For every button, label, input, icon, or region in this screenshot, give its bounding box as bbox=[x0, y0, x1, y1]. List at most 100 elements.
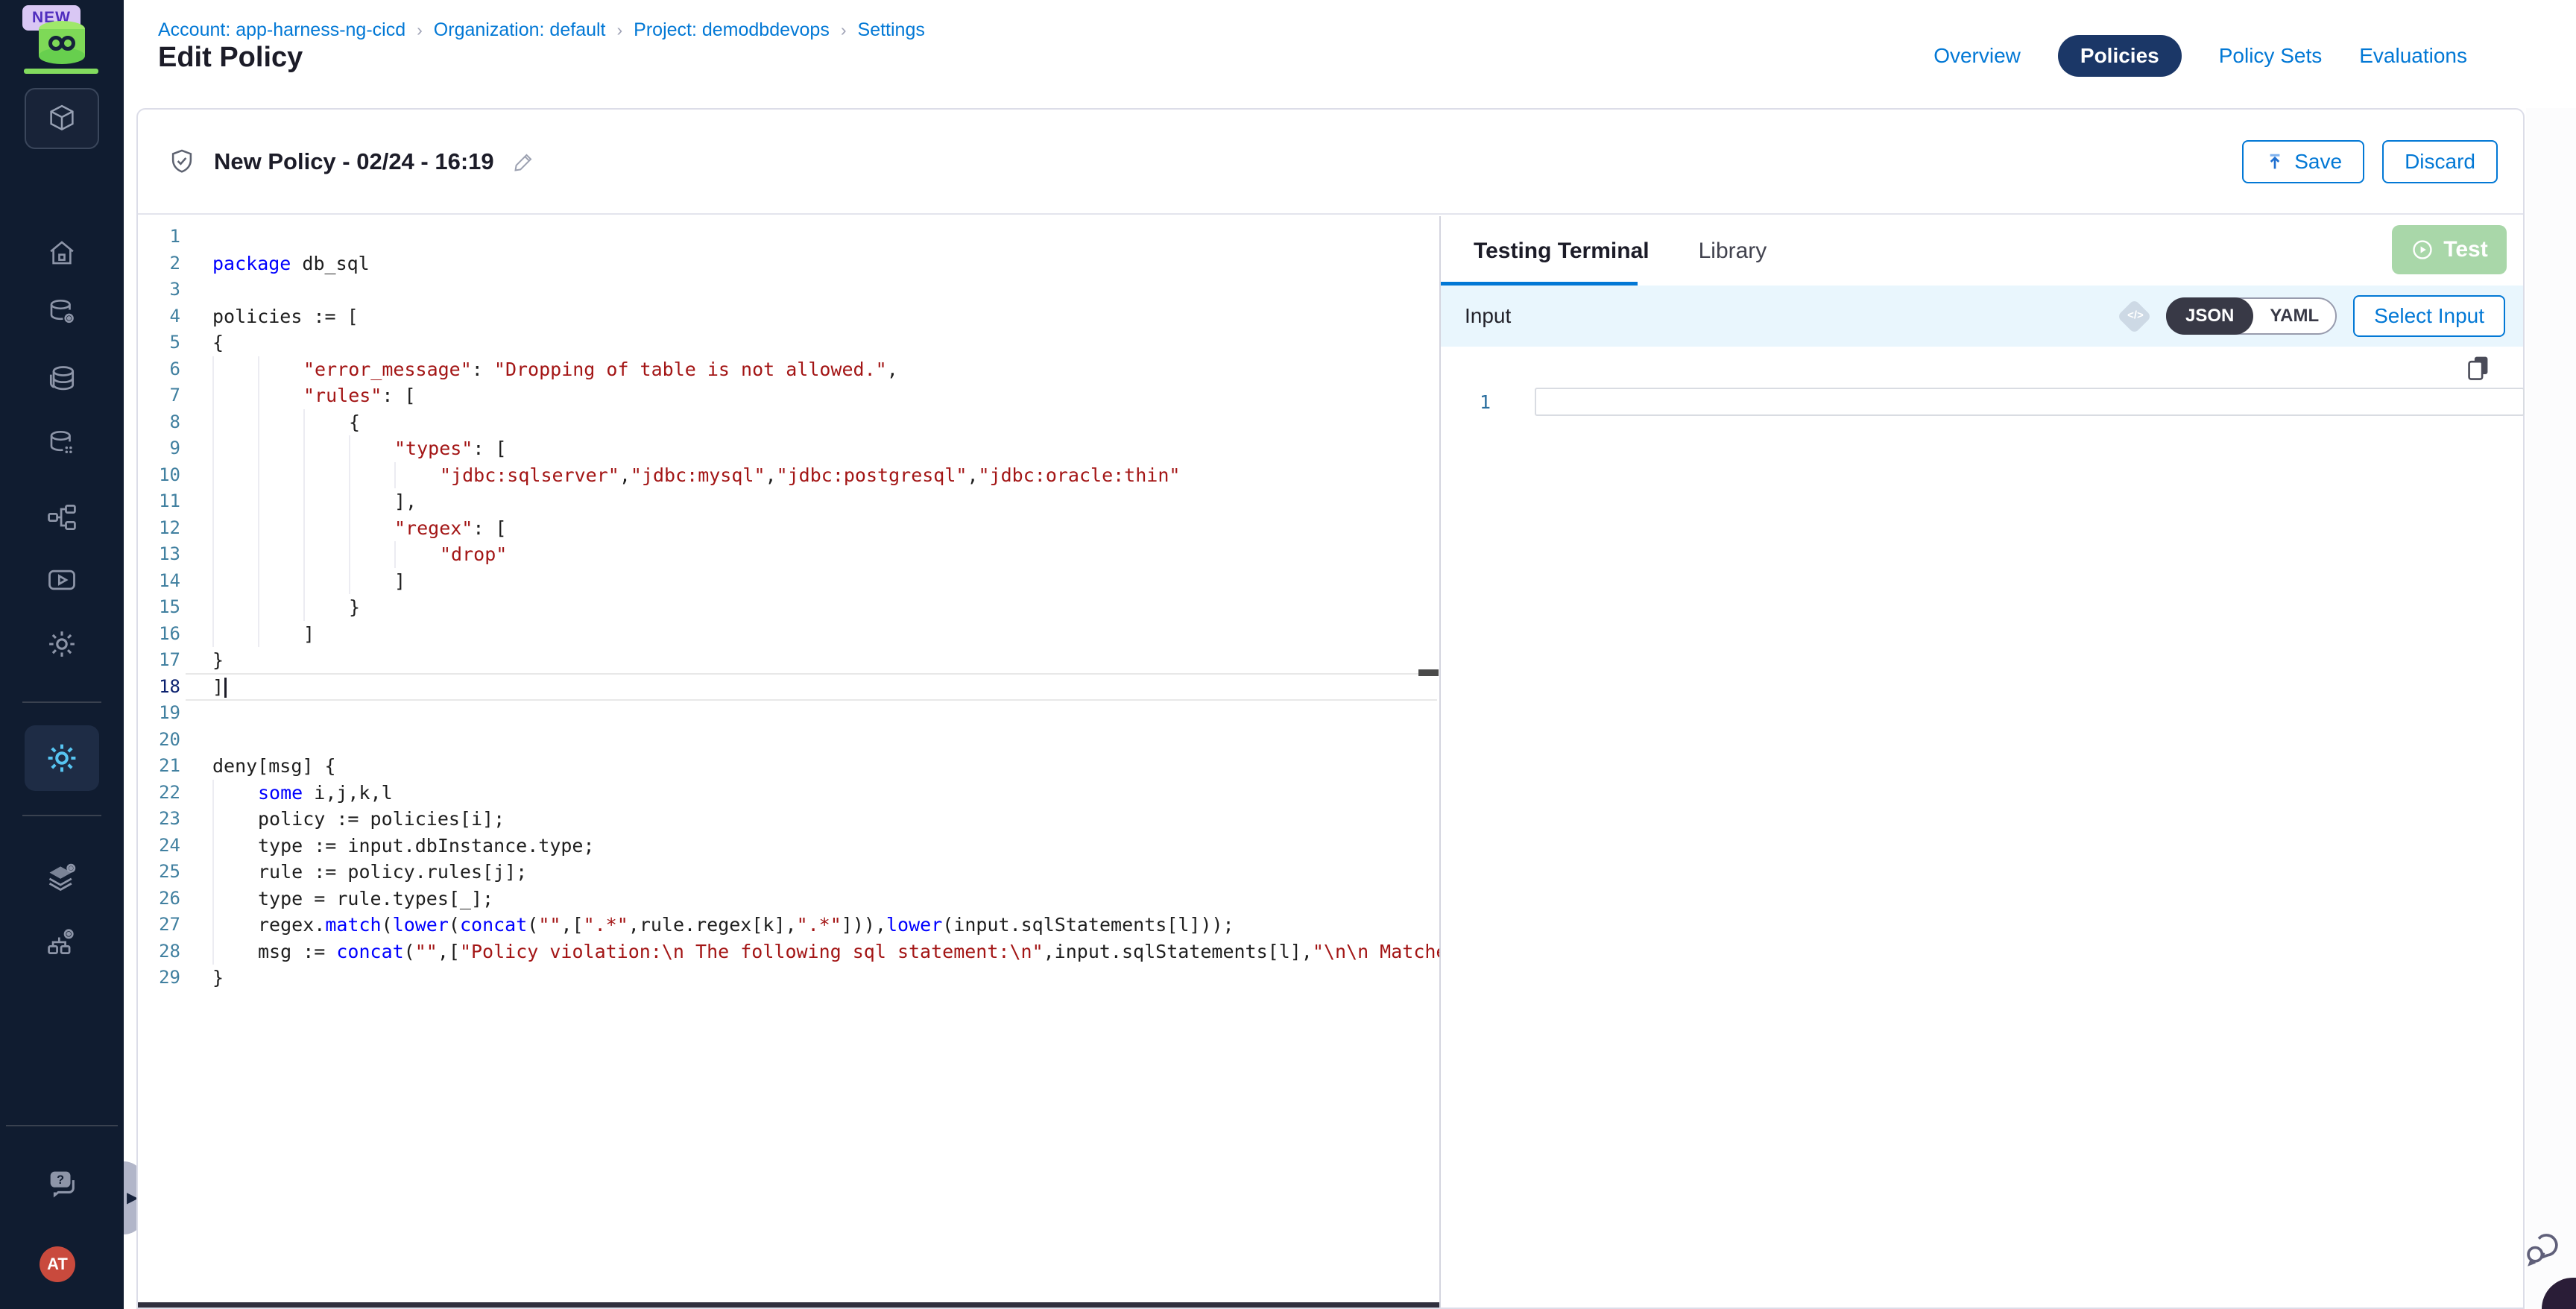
code-line[interactable]: 20 bbox=[138, 727, 1439, 754]
line-number: 9 bbox=[138, 435, 180, 462]
support-chat-button[interactable] bbox=[2522, 1226, 2564, 1268]
tab-policy-sets[interactable]: Policy Sets bbox=[2219, 44, 2323, 68]
svg-text:?: ? bbox=[57, 1173, 64, 1187]
breadcrumb-item[interactable]: Organization: default bbox=[434, 19, 606, 41]
input-bar: Input </> JSON YAML Select Input bbox=[1441, 286, 2523, 347]
sidebar-help[interactable]: ? bbox=[38, 1159, 86, 1207]
line-number: 12 bbox=[138, 515, 180, 542]
tab-testing-terminal[interactable]: Testing Terminal bbox=[1474, 239, 1650, 264]
tab-policies[interactable]: Policies bbox=[2058, 35, 2182, 77]
code-line[interactable]: 25rule := policy.rules[j]; bbox=[138, 859, 1439, 886]
line-number: 1 bbox=[138, 224, 180, 250]
code-line[interactable]: 15} bbox=[138, 594, 1439, 621]
chat-bubbles-icon bbox=[2522, 1226, 2564, 1268]
policy-code-editor[interactable]: 12package db_sql34policies := [5{6"error… bbox=[138, 216, 1439, 1308]
input-field[interactable] bbox=[1535, 388, 2525, 416]
code-line[interactable]: 10"jdbc:sqlserver","jdbc:mysql","jdbc:po… bbox=[138, 462, 1439, 489]
code-line[interactable]: 14] bbox=[138, 568, 1439, 595]
code-line[interactable]: 11], bbox=[138, 488, 1439, 515]
test-label: Test bbox=[2443, 237, 2487, 262]
code-line[interactable]: 28msg := concat("",["Policy violation:\n… bbox=[138, 939, 1439, 965]
sidebar-item-db-schemas[interactable] bbox=[38, 420, 86, 467]
sidebar-item-project-settings[interactable] bbox=[25, 725, 99, 791]
code-line[interactable]: 22some i,j,k,l bbox=[138, 780, 1439, 807]
code-line[interactable]: 5{ bbox=[138, 329, 1439, 356]
sidebar-item-home[interactable] bbox=[38, 229, 86, 277]
code-line[interactable]: 9"types": [ bbox=[138, 435, 1439, 462]
sidebar-item-databases[interactable] bbox=[38, 356, 86, 403]
sidebar-item-layers[interactable] bbox=[38, 854, 86, 901]
logo-underline bbox=[24, 69, 98, 74]
harness-dbops-logo[interactable] bbox=[33, 19, 91, 66]
page-title: Edit Policy bbox=[158, 42, 303, 74]
breadcrumb-separator: › bbox=[417, 20, 423, 40]
pipeline-tree-icon bbox=[45, 501, 78, 534]
tab-overview[interactable]: Overview bbox=[1933, 44, 2021, 68]
code-line[interactable]: 19 bbox=[138, 700, 1439, 727]
code-line[interactable]: 24type := input.dbInstance.type; bbox=[138, 833, 1439, 859]
line-number: 7 bbox=[138, 382, 180, 409]
code-line[interactable]: 17} bbox=[138, 647, 1439, 674]
edit-pencil-icon[interactable] bbox=[512, 150, 536, 174]
sidebar-item-infrastructure[interactable] bbox=[38, 918, 86, 965]
sidebar-item-db-instances[interactable] bbox=[38, 288, 86, 336]
line-number: 23 bbox=[138, 806, 180, 833]
code-line[interactable]: 23 policy := policies[i]; bbox=[138, 806, 1439, 833]
help-chat-icon: ? bbox=[45, 1166, 79, 1200]
sidebar-item-executions[interactable] bbox=[38, 556, 86, 604]
input-editor-area: 1 bbox=[1441, 347, 2523, 1308]
database-stack-icon bbox=[45, 363, 78, 396]
cube-icon bbox=[45, 101, 79, 136]
save-button[interactable]: Save bbox=[2242, 140, 2364, 183]
line-number: 14 bbox=[138, 568, 180, 595]
line-content: "regex": [ bbox=[212, 515, 507, 542]
code-line[interactable]: 18] bbox=[138, 674, 1439, 701]
sidebar-item-module[interactable] bbox=[25, 88, 99, 149]
code-line[interactable]: 3 bbox=[138, 277, 1439, 303]
line-number: 2 bbox=[138, 250, 180, 277]
breadcrumb-item[interactable]: Settings bbox=[858, 19, 925, 41]
format-toggle[interactable]: JSON YAML bbox=[2166, 297, 2337, 335]
horizontal-scrollbar[interactable] bbox=[138, 1302, 1439, 1308]
sidebar-item-settings[interactable] bbox=[38, 620, 86, 668]
select-input-button[interactable]: Select Input bbox=[2353, 295, 2505, 337]
code-line[interactable]: 7"rules": [ bbox=[138, 382, 1439, 409]
line-number: 27 bbox=[138, 912, 180, 939]
code-line[interactable]: 21deny[msg] { bbox=[138, 753, 1439, 780]
tab-library[interactable]: Library bbox=[1699, 239, 1767, 264]
input-label: Input bbox=[1465, 304, 1511, 328]
line-content: policy := policies[i]; bbox=[212, 806, 505, 833]
code-line[interactable]: 13"drop" bbox=[138, 541, 1439, 568]
line-number: 17 bbox=[138, 647, 180, 674]
user-avatar[interactable]: AT bbox=[40, 1246, 75, 1282]
discard-button[interactable]: Discard bbox=[2382, 140, 2498, 183]
copy-button[interactable] bbox=[2465, 354, 2492, 382]
line-number: 26 bbox=[138, 886, 180, 912]
line-number: 18 bbox=[138, 674, 180, 701]
tab-evaluations[interactable]: Evaluations bbox=[2359, 44, 2467, 68]
line-number: 21 bbox=[138, 753, 180, 780]
code-line[interactable]: 1 bbox=[138, 224, 1439, 250]
code-line[interactable]: 27 regex.match(lower(concat("",[".*",rule… bbox=[138, 912, 1439, 939]
sidebar-item-pipelines[interactable] bbox=[38, 493, 86, 541]
sidebar: NEW bbox=[0, 0, 124, 1309]
format-json[interactable]: JSON bbox=[2166, 297, 2253, 335]
code-line[interactable]: 29} bbox=[138, 965, 1439, 991]
code-line[interactable]: 26 type = rule.types[_]; bbox=[138, 886, 1439, 912]
code-line[interactable]: 6"error_message": "Dropping of table is … bbox=[138, 356, 1439, 383]
line-content: regex.match(lower(concat("",[".*",rule.r… bbox=[212, 912, 1234, 939]
top-header: Account: app-harness-ng-cicd › Organizatio… bbox=[124, 0, 2576, 108]
breadcrumb-item[interactable]: Project: demodbdevops bbox=[634, 19, 830, 41]
test-button[interactable]: Test bbox=[2392, 225, 2507, 274]
code-line[interactable]: 12 "regex": [ bbox=[138, 515, 1439, 542]
line-content: type = rule.types[_]; bbox=[212, 886, 493, 912]
code-line[interactable]: 16] bbox=[138, 621, 1439, 648]
play-circle-icon bbox=[2411, 238, 2434, 262]
code-line[interactable]: 2package db_sql bbox=[138, 250, 1439, 277]
code-line[interactable]: 4policies := [ bbox=[138, 303, 1439, 330]
code-line[interactable]: 8{ bbox=[138, 409, 1439, 436]
format-yaml[interactable]: YAML bbox=[2253, 306, 2335, 327]
breadcrumb-item[interactable]: Account: app-harness-ng-cicd bbox=[158, 19, 405, 41]
module-tabs: Overview Policies Policy Sets Evaluations bbox=[1933, 0, 2467, 112]
line-number: 16 bbox=[138, 621, 180, 648]
